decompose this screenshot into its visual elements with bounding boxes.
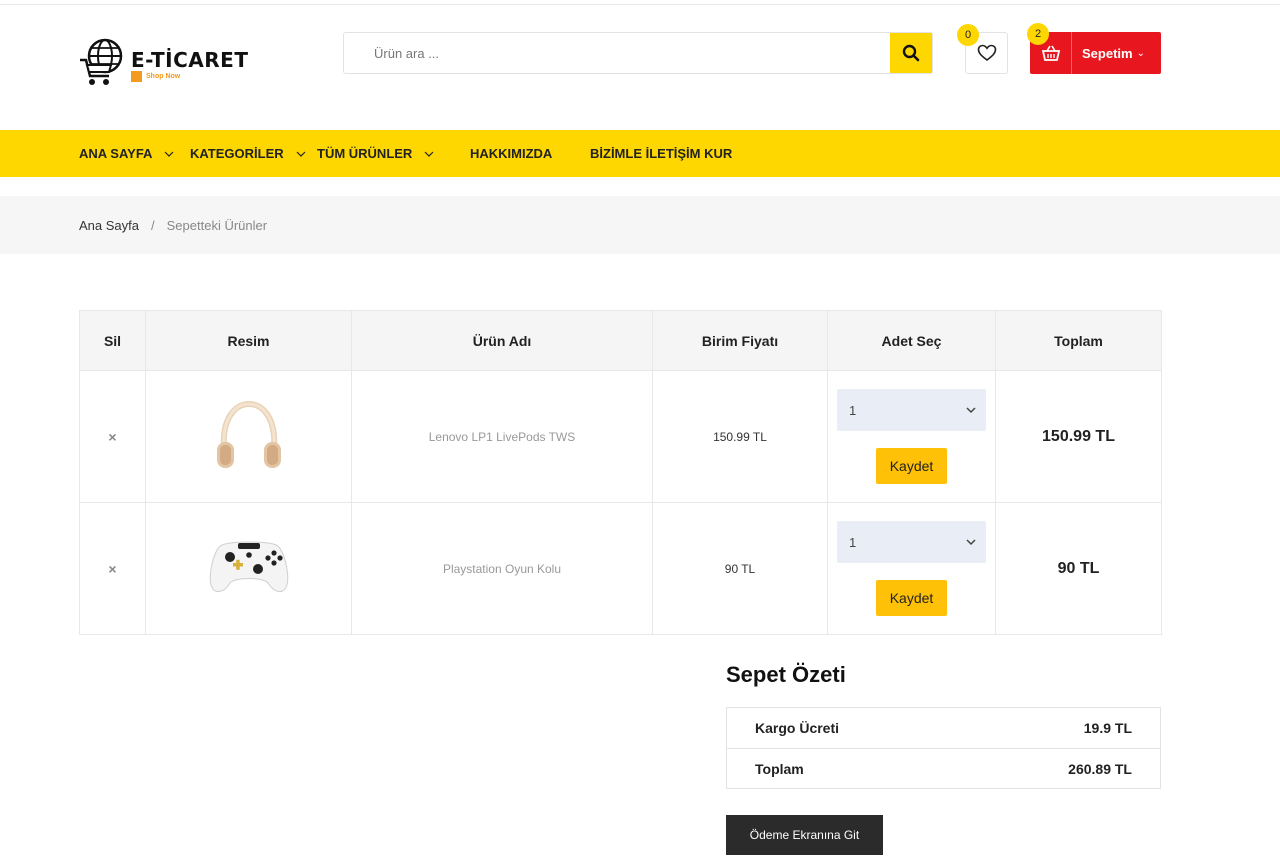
breadcrumb: Ana Sayfa / Sepetteki Ürünler	[79, 196, 267, 254]
shipping-label: Kargo Ücreti	[755, 720, 840, 736]
total-value: 260.89 TL	[1068, 760, 1132, 777]
table-header-row: Sil Resim Ürün Adı Birim Fiyatı Adet Seç…	[79, 310, 1162, 371]
cart-table: Sil Resim Ürün Adı Birim Fiyatı Adet Seç…	[79, 310, 1162, 635]
table-row: × Lenovo LP1 LivePods TWS 150.99 TL 1 Ka…	[79, 370, 1162, 503]
nav-item-kategoriler[interactable]: KATEGORİLER	[190, 130, 306, 177]
breadcrumb-current: Sepetteki Ürünler	[166, 217, 268, 233]
unit-price-cell: 150.99 TL	[652, 370, 828, 503]
quantity-select[interactable]: 1	[837, 389, 986, 431]
breadcrumb-bar: Ana Sayfa / Sepetteki Ürünler	[0, 196, 1280, 254]
image-cell	[145, 502, 352, 635]
main-nav: ANA SAYFA KATEGORİLER TÜM ÜRÜNLER HAKKIM…	[0, 130, 1280, 177]
nav-item-label: HAKKIMIZDA	[470, 146, 553, 161]
remove-cell: ×	[79, 370, 146, 503]
search-icon	[902, 44, 920, 62]
nav-item-tum-urunler[interactable]: TÜM ÜRÜNLER	[317, 130, 434, 177]
unit-price-cell: 90 TL	[652, 502, 828, 635]
quantity-select-wrap: 1	[837, 521, 986, 563]
quantity-cell: 1 Kaydet	[827, 502, 996, 635]
search-input[interactable]	[344, 33, 892, 73]
chevron-down-icon	[296, 151, 306, 157]
brand-name: E-TİCARET	[131, 48, 249, 72]
row-total-cell: 90 TL	[995, 502, 1162, 635]
chevron-down-icon: ⌄	[1136, 47, 1145, 59]
table-row: × Playstation Oyun Kolu 90 TL 1 Kaydet 9…	[79, 502, 1162, 635]
breadcrumb-separator: /	[151, 217, 155, 233]
top-border	[0, 0, 1280, 5]
product-name-cell: Playstation Oyun Kolu	[351, 502, 653, 635]
game-controller-image	[209, 541, 288, 592]
nav-item-hakkimizda[interactable]: HAKKIMIZDA	[470, 130, 552, 177]
row-total-cell: 150.99 TL	[995, 370, 1162, 503]
summary-row-total: Toplam 260.89 TL	[727, 748, 1160, 788]
remove-icon[interactable]: ×	[108, 429, 116, 445]
summary-box: Kargo Ücreti 19.9 TL Toplam 260.89 TL	[726, 707, 1161, 789]
checkout-button[interactable]: Ödeme Ekranına Git	[726, 815, 883, 855]
wishlist-count-badge: 0	[957, 24, 979, 46]
column-header-sil: Sil	[79, 310, 146, 371]
basket-icon	[1041, 45, 1060, 61]
save-button[interactable]: Kaydet	[876, 580, 947, 616]
heart-icon	[977, 44, 996, 62]
chevron-down-icon	[424, 151, 434, 157]
brand-tagline: Shop Now	[131, 71, 180, 82]
nav-item-label: TÜM ÜRÜNLER	[317, 146, 413, 161]
column-header-adet-sec: Adet Seç	[827, 310, 996, 371]
shipping-value: 19.9 TL	[1083, 720, 1132, 736]
summary-title: Sepet Özeti	[726, 662, 846, 687]
summary-row-shipping: Kargo Ücreti 19.9 TL	[727, 708, 1160, 748]
brand-logo[interactable]: E-TİCARET Shop Now	[79, 38, 259, 88]
column-header-birim-fiyati: Birim Fiyatı	[652, 310, 828, 371]
cart-count-badge: 2	[1027, 23, 1049, 45]
image-cell	[145, 370, 352, 503]
headphones-image	[216, 400, 281, 468]
total-label: Toplam	[755, 760, 804, 777]
cart-label: Sepetim	[1082, 45, 1133, 61]
search-bar	[343, 32, 933, 74]
search-button[interactable]	[890, 33, 932, 73]
nav-item-ana-sayfa[interactable]: ANA SAYFA	[79, 130, 174, 177]
quantity-cell: 1 Kaydet	[827, 370, 996, 503]
globe-cart-icon	[80, 38, 123, 85]
cart-button[interactable]: Sepetim ⌄	[1030, 32, 1161, 74]
brand-tagline-text: Shop Now	[146, 73, 181, 80]
shop-bag-icon	[131, 71, 142, 82]
remove-cell: ×	[79, 502, 146, 635]
chevron-down-icon	[165, 151, 174, 157]
nav-item-label: KATEGORİLER	[190, 146, 284, 161]
column-header-resim: Resim	[145, 310, 352, 371]
nav-item-label: BİZİMLE İLETİŞİM KUR	[590, 146, 733, 161]
remove-icon[interactable]: ×	[108, 561, 116, 577]
nav-item-label: ANA SAYFA	[79, 146, 153, 161]
column-header-toplam: Toplam	[995, 310, 1162, 371]
quantity-select-wrap: 1	[837, 389, 986, 431]
save-button[interactable]: Kaydet	[876, 448, 947, 484]
column-header-urun-adi: Ürün Adı	[351, 310, 653, 371]
product-name-cell: Lenovo LP1 LivePods TWS	[351, 370, 653, 503]
breadcrumb-home-link[interactable]: Ana Sayfa	[79, 218, 139, 233]
nav-item-iletisim[interactable]: BİZİMLE İLETİŞİM KUR	[590, 130, 732, 177]
quantity-select[interactable]: 1	[837, 521, 986, 563]
